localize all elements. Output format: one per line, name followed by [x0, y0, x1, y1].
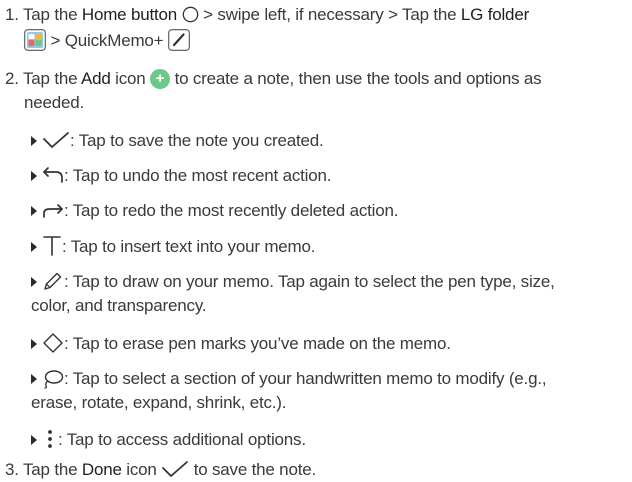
- lg-folder-icon: [24, 28, 46, 51]
- home-circle-icon: [182, 6, 199, 23]
- home-button-label: Home button: [81, 5, 178, 24]
- bullet-icon: [31, 135, 37, 146]
- item-undo-text: : Tap to undo the most recent action.: [64, 166, 332, 185]
- add-icon: +: [150, 68, 171, 89]
- item-lasso: : Tap to select a section of your handwr…: [31, 368, 547, 390]
- step-3-line: 3. Tap the Done icon to save the note.: [5, 459, 316, 481]
- step-2-line-1: 2. Tap the Add icon + to create a note, …: [5, 68, 542, 90]
- step-3-text-3: to save the note.: [189, 460, 317, 479]
- item-save: : Tap to save the note you created.: [31, 130, 324, 152]
- item-redo: : Tap to redo the most recently deleted …: [31, 200, 398, 222]
- eraser-icon: [42, 332, 64, 353]
- done-label: Done: [81, 460, 122, 479]
- step-2-text-3: to create a note, then use the tools and…: [170, 69, 542, 88]
- step-1-text-2: > swipe left, if necessary > Tap the: [198, 5, 461, 24]
- text-t-icon: [42, 234, 62, 256]
- step-3-text-2: icon: [121, 460, 162, 479]
- bullet-icon: [31, 241, 37, 252]
- step-1-number: 1.: [5, 5, 19, 24]
- step-1-line-2: > QuickMemo+: [24, 28, 190, 53]
- checkmark-icon: [42, 131, 70, 149]
- undo-icon: [42, 166, 64, 184]
- item-draw-text: : Tap to draw on your memo. Tap again to…: [64, 272, 555, 291]
- step-2-line-2: needed.: [24, 93, 85, 112]
- item-more-text: : Tap to access additional options.: [58, 430, 306, 449]
- step-2-text-2: icon: [110, 69, 151, 88]
- step-2-text: Tap the: [23, 69, 81, 88]
- item-draw: : Tap to draw on your memo. Tap again to…: [31, 271, 555, 293]
- item-undo: : Tap to undo the most recent action.: [31, 165, 331, 187]
- bullet-icon: [31, 170, 37, 181]
- item-lasso-text: : Tap to select a section of your handwr…: [64, 369, 547, 388]
- item-draw-line-2: color, and transparency.: [31, 296, 207, 315]
- lg-folder-label: LG folder: [460, 5, 530, 24]
- bullet-icon: [31, 276, 37, 287]
- more-options-icon: [42, 428, 58, 450]
- add-label: Add: [80, 69, 111, 88]
- step-3-number: 3.: [5, 460, 19, 479]
- pen-icon: [42, 271, 64, 291]
- done-checkmark-icon: [161, 460, 189, 478]
- step-1-line-1: 1. Tap the Home button > swipe left, if …: [5, 4, 529, 26]
- bullet-icon: [31, 434, 37, 445]
- step-1-text: Tap the: [23, 5, 82, 24]
- quickmemo-label: > QuickMemo+: [46, 31, 168, 50]
- quickmemo-pen-icon: [168, 28, 190, 51]
- item-text: : Tap to insert text into your memo.: [31, 234, 316, 259]
- item-erase-text: : Tap to erase pen marks you’ve made on …: [64, 334, 451, 353]
- instructions-page: 1. Tap the Home button > swipe left, if …: [0, 0, 632, 482]
- bullet-icon: [31, 373, 37, 384]
- item-save-text: : Tap to save the note you created.: [70, 131, 324, 150]
- lasso-icon: [42, 369, 64, 389]
- bullet-icon: [31, 338, 37, 349]
- item-lasso-line-2: erase, rotate, expand, shrink, etc.).: [31, 393, 287, 412]
- bullet-icon: [31, 205, 37, 216]
- redo-icon: [42, 201, 64, 219]
- item-redo-text: : Tap to redo the most recently deleted …: [64, 201, 399, 220]
- item-text-text: : Tap to insert text into your memo.: [62, 237, 316, 256]
- item-erase: : Tap to erase pen marks you’ve made on …: [31, 332, 451, 355]
- step-2-number: 2.: [5, 69, 19, 88]
- step-3-text: Tap the: [23, 460, 82, 479]
- item-more: : Tap to access additional options.: [31, 429, 306, 452]
